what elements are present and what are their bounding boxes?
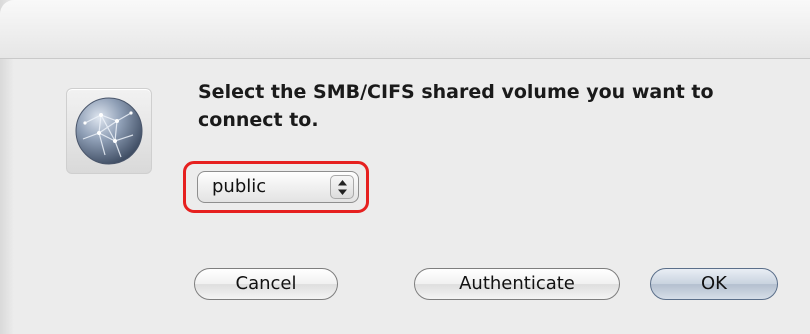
smb-volume-dialog: Select the SMB/CIFS shared volume you wa… bbox=[0, 0, 810, 334]
authenticate-button[interactable]: Authenticate bbox=[414, 268, 620, 300]
volume-select[interactable]: public bbox=[197, 171, 359, 203]
cancel-button[interactable]: Cancel bbox=[194, 268, 338, 300]
volume-select-value: public bbox=[212, 176, 267, 197]
ok-button[interactable]: OK bbox=[650, 268, 778, 300]
dialog-message: Select the SMB/CIFS shared volume you wa… bbox=[198, 81, 714, 131]
network-globe-icon bbox=[66, 88, 152, 174]
updown-arrows-icon bbox=[330, 175, 354, 199]
window-titlebar[interactable] bbox=[0, 0, 810, 59]
